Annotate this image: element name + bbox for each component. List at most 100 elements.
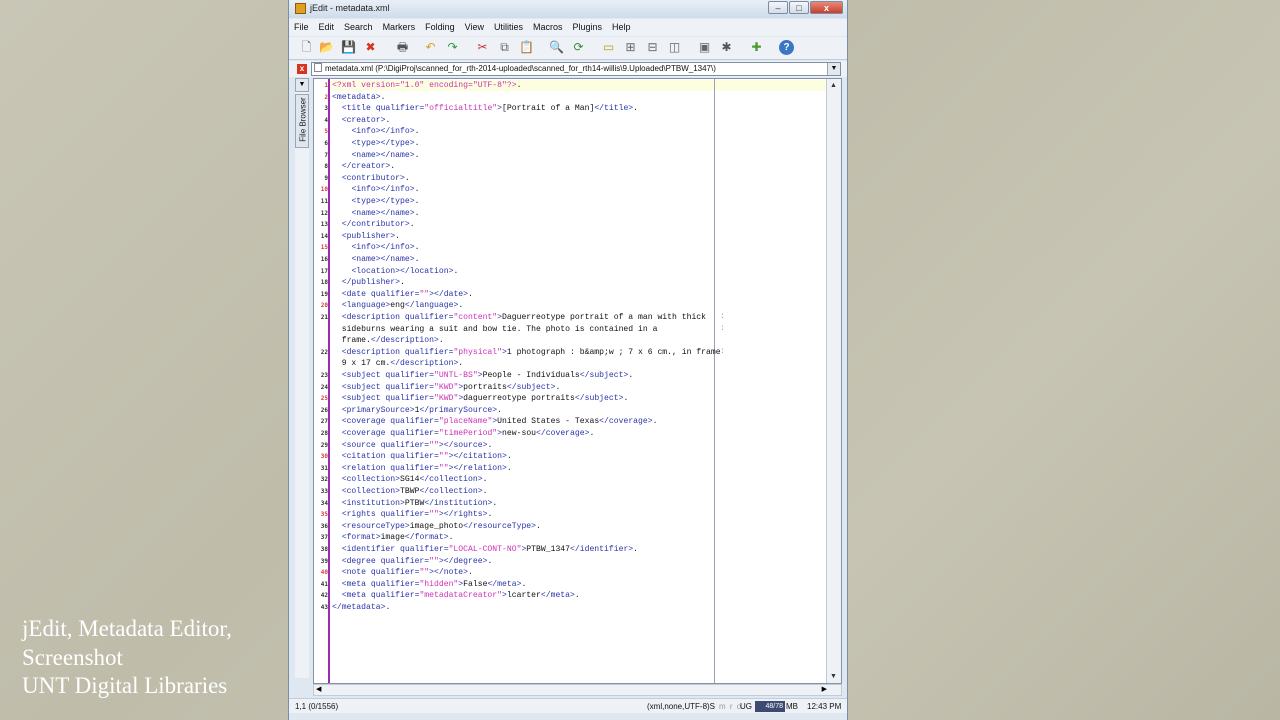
file-browser-tab[interactable]: File Browser <box>295 94 309 148</box>
buffer-options-icon[interactable]: ▣ <box>697 40 712 55</box>
line-number[interactable]: 14 <box>314 231 328 243</box>
menu-help[interactable]: Help <box>607 19 636 36</box>
line-number[interactable]: 41 <box>314 579 328 591</box>
line-number[interactable]: 25 <box>314 393 328 405</box>
status-flags[interactable]: m r o <box>719 702 742 711</box>
line-number[interactable]: 10 <box>314 184 328 196</box>
code-content[interactable]: <?xml version="1.0" encoding="UTF-8"?>. <… <box>330 79 827 683</box>
scroll-up-icon[interactable]: ▲ <box>827 79 840 92</box>
help-icon[interactable]: ? <box>779 40 794 55</box>
close-window-button[interactable]: x <box>810 1 843 14</box>
line-number[interactable]: 43 <box>314 602 328 614</box>
line-number[interactable]: 37 <box>314 532 328 544</box>
redo-icon[interactable]: ↷ <box>445 40 460 55</box>
line-number[interactable]: 32 <box>314 474 328 486</box>
line-number[interactable]: 20 <box>314 300 328 312</box>
line-number[interactable]: 35 <box>314 509 328 521</box>
line-number[interactable]: 9 <box>314 173 328 185</box>
scroll-right-icon[interactable]: ▶ <box>822 685 827 695</box>
menu-folding[interactable]: Folding <box>420 19 460 36</box>
line-number[interactable]: 4 <box>314 115 328 127</box>
text-area[interactable]: 1 2 3 4 5 6 7 8 9 10 11 12 13 14 15 16 17 18 19 20 21 22 23 24 2… <box>313 78 842 684</box>
menu-view[interactable]: View <box>460 19 489 36</box>
menu-search[interactable]: Search <box>339 19 378 36</box>
minimize-button[interactable]: – <box>768 1 788 14</box>
line-number[interactable]: 28 <box>314 428 328 440</box>
scroll-down-icon[interactable]: ▼ <box>827 670 840 683</box>
close-buffer-icon[interactable]: ✖ <box>363 40 378 55</box>
line-number[interactable]: 12 <box>314 208 328 220</box>
vertical-scrollbar[interactable]: ▲ ▼ <box>826 79 841 683</box>
chevron-down-icon[interactable]: ▼ <box>827 63 840 75</box>
unsplit-icon[interactable]: ⊟ <box>645 40 660 55</box>
line-number[interactable]: 26 <box>314 405 328 417</box>
line-number[interactable]: 11 <box>314 196 328 208</box>
global-options-icon[interactable]: ✱ <box>719 40 734 55</box>
undo-icon[interactable]: ↶ <box>423 40 438 55</box>
dock-menu-icon[interactable]: ▼ <box>295 78 309 92</box>
split-icon[interactable]: ⊞ <box>623 40 638 55</box>
line-number[interactable]: 29 <box>314 440 328 452</box>
buffer-mode-status[interactable]: (xml,none,UTF-8)S <box>647 702 715 711</box>
line-number[interactable]: 31 <box>314 463 328 475</box>
line-number[interactable]: 18 <box>314 277 328 289</box>
paste-icon[interactable]: 📋 <box>519 40 534 55</box>
status-ug[interactable]: UG <box>740 702 752 711</box>
line-number[interactable]: 7 <box>314 150 328 162</box>
line-number[interactable]: 19 <box>314 289 328 301</box>
scroll-left-icon[interactable]: ◀ <box>316 685 321 695</box>
copy-icon[interactable]: ⧉ <box>497 40 512 55</box>
line-number[interactable]: 39 <box>314 556 328 568</box>
horizontal-scrollbar[interactable]: ◀ ▶ <box>313 684 842 696</box>
line-number[interactable]: 33 <box>314 486 328 498</box>
line-number[interactable]: 16 <box>314 254 328 266</box>
new-file-icon[interactable]: 🗋 <box>299 40 314 55</box>
title-bar[interactable]: jEdit - metadata.xml – □ x <box>289 0 847 18</box>
line-number[interactable]: 15 <box>314 242 328 254</box>
cut-icon[interactable]: ✂ <box>475 40 490 55</box>
line-number[interactable]: 36 <box>314 521 328 533</box>
menu-macros[interactable]: Macros <box>528 19 568 36</box>
line-number[interactable]: 34 <box>314 498 328 510</box>
find-next-icon[interactable]: ⟳ <box>571 40 586 55</box>
caret-position[interactable]: 1,1 (0/1556) <box>295 702 338 711</box>
line-number[interactable]: 6 <box>314 138 328 150</box>
line-number[interactable] <box>314 324 328 336</box>
line-number[interactable]: 5 <box>314 126 328 138</box>
line-number[interactable]: 2 <box>314 92 328 104</box>
line-number[interactable]: 21 <box>314 312 328 324</box>
split-vertical-icon[interactable]: ◫ <box>667 40 682 55</box>
line-number[interactable]: 30 <box>314 451 328 463</box>
line-number[interactable] <box>314 335 328 347</box>
line-number[interactable]: 38 <box>314 544 328 556</box>
plugin-manager-icon[interactable]: ✚ <box>749 40 764 55</box>
menu-edit[interactable]: Edit <box>314 19 340 36</box>
line-number[interactable]: 24 <box>314 382 328 394</box>
line-number[interactable]: 23 <box>314 370 328 382</box>
line-number[interactable]: 17 <box>314 266 328 278</box>
menu-utilities[interactable]: Utilities <box>489 19 528 36</box>
print-icon[interactable]: 🖶 <box>395 40 410 55</box>
line-number[interactable] <box>314 358 328 370</box>
maximize-button[interactable]: □ <box>789 1 809 14</box>
memory-status[interactable]: 48/78 <box>755 701 785 712</box>
code-line: <rights qualifier=""></rights>. <box>341 510 493 520</box>
buffer-switcher[interactable]: metadata.xml (P:\DigiProj\scanned_for_rt… <box>311 62 841 76</box>
menu-plugins[interactable]: Plugins <box>568 19 608 36</box>
save-icon[interactable]: 💾 <box>341 40 356 55</box>
line-number[interactable]: 13 <box>314 219 328 231</box>
line-number[interactable]: 40 <box>314 567 328 579</box>
code-line: <description qualifier="content">Daguerr… <box>341 313 707 322</box>
line-number[interactable]: 22 <box>314 347 328 359</box>
open-file-icon[interactable]: 📂 <box>319 40 334 55</box>
menu-markers[interactable]: Markers <box>378 19 421 36</box>
line-number[interactable]: 42 <box>314 590 328 602</box>
find-icon[interactable]: 🔍 <box>549 40 564 55</box>
menu-file[interactable]: File <box>289 19 314 36</box>
line-number[interactable]: 8 <box>314 161 328 173</box>
new-view-icon[interactable]: ▭ <box>601 40 616 55</box>
line-number[interactable]: 1 <box>314 80 328 92</box>
close-buffer-icon[interactable]: x <box>297 64 307 74</box>
line-number[interactable]: 27 <box>314 416 328 428</box>
line-number[interactable]: 3 <box>314 103 328 115</box>
